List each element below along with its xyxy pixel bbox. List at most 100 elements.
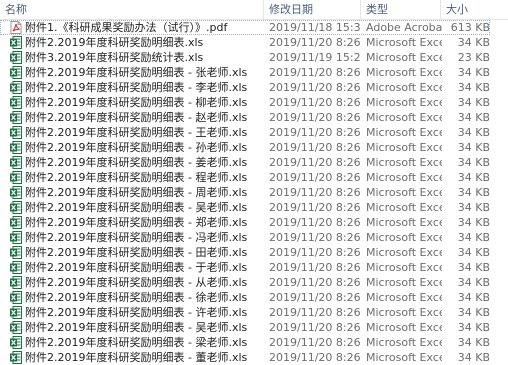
excel-icon [10, 231, 22, 244]
file-size: 34 KB [457, 276, 490, 289]
file-name-cell[interactable]: 附件2.2019年度科研奖励明细表 - 冯老师.xls [10, 230, 264, 245]
file-row[interactable]: 附件2.2019年度科研奖励明细表 - 吴老师.xls 2019/11/20 8:… [0, 320, 508, 335]
file-name-cell[interactable]: 附件2.2019年度科研奖励明细表 - 王老师.xls [10, 125, 264, 140]
file-size: 34 KB [457, 336, 490, 349]
file-size: 34 KB [457, 66, 490, 79]
file-row[interactable]: 附件2.2019年度科研奖励明细表 - 徐老师.xls 2019/11/20 8:… [0, 290, 508, 305]
file-row[interactable]: 附件2.2019年度科研奖励明细表 - 冯老师.xls 2019/11/20 8:… [0, 230, 508, 245]
column-header-name[interactable]: ^ 名称 [0, 0, 264, 19]
file-row[interactable]: 附件2.2019年度科研奖励明细表 - 从老师.xls 2019/11/20 8:… [0, 275, 508, 290]
file-size: 613 KB [450, 21, 490, 34]
file-row[interactable]: 附件1.《科研成果奖励办法（试行）》.pdf 2019/11/18 15:35 Ad… [0, 20, 508, 35]
file-name-cell[interactable]: 附件2.2019年度科研奖励明细表 - 徐老师.xls [10, 290, 264, 305]
file-name-cell[interactable]: 附件2.2019年度科研奖励明细表 - 张老师.xls [10, 65, 264, 80]
file-row[interactable]: 附件2.2019年度科研奖励明细表 - 王老师.xls 2019/11/20 8:… [0, 125, 508, 140]
file-name: 附件2.2019年度科研奖励明细表 - 赵老师.xls [25, 111, 248, 124]
file-name-cell[interactable]: 附件2.2019年度科研奖励明细表 - 于老师.xls [10, 260, 264, 275]
file-modified-date: 2019/11/18 15:35 [269, 21, 361, 34]
file-type: Microsoft Excel ... [366, 306, 442, 319]
file-row[interactable]: 附件2.2019年度科研奖励明细表 - 张老师.xls 2019/11/20 8:… [0, 65, 508, 80]
file-type: Microsoft Excel ... [366, 171, 442, 184]
column-header-bar: ^ 名称 修改日期 类型 大小 [0, 0, 508, 20]
file-row[interactable]: 附件2.2019年度科研奖励明细表 - 于老师.xls 2019/11/20 8:… [0, 260, 508, 275]
file-size: 34 KB [457, 291, 490, 304]
file-name-cell[interactable]: 附件2.2019年度科研奖励明细表 - 柳老师.xls [10, 95, 264, 110]
file-name-cell[interactable]: 附件2.2019年度科研奖励明细表 - 许老师.xls [10, 305, 264, 320]
file-modified-date: 2019/11/19 15:20 [269, 51, 361, 64]
file-name-cell[interactable]: 附件2.2019年度科研奖励明细表 - 程老师.xls [10, 170, 264, 185]
excel-icon [10, 66, 22, 79]
file-type: Microsoft Excel ... [366, 51, 442, 64]
file-row[interactable]: 附件3.2019年度科研奖励统计表.xls 2019/11/19 15:20 Mic… [0, 50, 508, 65]
file-modified-date: 2019/11/20 8:26 [269, 321, 361, 334]
file-type: Microsoft Excel ... [366, 96, 442, 109]
file-row[interactable]: 附件2.2019年度科研奖励明细表 - 董老师.xls 2019/11/20 8:… [0, 350, 508, 365]
file-name-cell[interactable]: 附件2.2019年度科研奖励明细表 - 孙老师.xls [10, 140, 264, 155]
file-row[interactable]: 附件2.2019年度科研奖励明细表 - 周老师.xls 2019/11/20 8:… [0, 185, 508, 200]
file-row[interactable]: 附件2.2019年度科研奖励明细表 - 田老师.xls 2019/11/20 8:… [0, 245, 508, 260]
file-modified-date: 2019/11/20 8:26 [269, 351, 361, 364]
file-row[interactable]: 附件2.2019年度科研奖励明细表 - 柳老师.xls 2019/11/20 8:… [0, 95, 508, 110]
excel-icon [10, 96, 22, 109]
file-type: Microsoft Excel ... [366, 321, 442, 334]
file-size: 34 KB [457, 231, 490, 244]
excel-icon [10, 351, 22, 364]
file-name: 附件2.2019年度科研奖励明细表 - 许老师.xls [25, 306, 248, 319]
file-size: 34 KB [457, 201, 490, 214]
file-name-cell[interactable]: 附件2.2019年度科研奖励明细表 - 董老师.xls [10, 350, 264, 365]
file-name-cell[interactable]: 附件2.2019年度科研奖励明细表 - 吴老师.xls [10, 320, 264, 335]
file-modified-date: 2019/11/20 8:26 [269, 111, 361, 124]
file-row[interactable]: 附件2.2019年度科研奖励明细表 - 吴老师.xls 2019/11/20 8:… [0, 200, 508, 215]
file-row[interactable]: 附件2.2019年度科研奖励明细表 - 姜老师.xls 2019/11/20 8:… [0, 155, 508, 170]
file-name-cell[interactable]: 附件2.2019年度科研奖励明细表 - 李老师.xls [10, 80, 264, 95]
file-row[interactable]: 附件2.2019年度科研奖励明细表 - 梁老师.xls 2019/11/20 8:… [0, 335, 508, 350]
excel-icon [10, 246, 22, 259]
file-modified-date: 2019/11/20 8:26 [269, 96, 361, 109]
file-type: Microsoft Excel ... [366, 111, 442, 124]
file-row[interactable]: 附件2.2019年度科研奖励明细表 - 许老师.xls 2019/11/20 8:… [0, 305, 508, 320]
file-name: 附件3.2019年度科研奖励统计表.xls [25, 51, 204, 64]
file-size: 34 KB [457, 36, 490, 49]
file-name: 附件2.2019年度科研奖励明细表 - 吴老师.xls [25, 321, 248, 334]
file-name: 附件2.2019年度科研奖励明细表 - 柳老师.xls [25, 96, 248, 109]
column-header-date[interactable]: 修改日期 [264, 0, 361, 19]
file-name-cell[interactable]: 附件3.2019年度科研奖励统计表.xls [10, 50, 264, 65]
file-modified-date: 2019/11/20 8:26 [269, 231, 361, 244]
file-name-cell[interactable]: 附件2.2019年度科研奖励明细表 - 周老师.xls [10, 185, 264, 200]
file-name-cell[interactable]: 附件2.2019年度科研奖励明细表 - 郑老师.xls [10, 215, 264, 230]
file-row[interactable]: 附件2.2019年度科研奖励明细表 - 郑老师.xls 2019/11/20 8:… [0, 215, 508, 230]
file-name: 附件2.2019年度科研奖励明细表 - 李老师.xls [25, 81, 248, 94]
file-modified-date: 2019/11/20 8:26 [269, 66, 361, 79]
file-modified-date: 2019/11/20 8:26 [269, 291, 361, 304]
file-modified-date: 2019/11/20 8:26 [269, 171, 361, 184]
file-name-cell[interactable]: 附件2.2019年度科研奖励明细表.xls [10, 35, 264, 50]
file-name-cell[interactable]: 附件2.2019年度科研奖励明细表 - 赵老师.xls [10, 110, 264, 125]
file-name-cell[interactable]: 附件2.2019年度科研奖励明细表 - 吴老师.xls [10, 200, 264, 215]
file-name-cell[interactable]: 附件2.2019年度科研奖励明细表 - 姜老师.xls [10, 155, 264, 170]
file-row[interactable]: 附件2.2019年度科研奖励明细表 - 孙老师.xls 2019/11/20 8:… [0, 140, 508, 155]
file-size: 34 KB [457, 306, 490, 319]
file-name: 附件2.2019年度科研奖励明细表 - 田老师.xls [25, 246, 248, 259]
file-type: Adobe Acrobat ... [366, 21, 442, 34]
file-modified-date: 2019/11/20 8:26 [269, 126, 361, 139]
excel-icon [10, 126, 22, 139]
file-row[interactable]: 附件2.2019年度科研奖励明细表 - 程老师.xls 2019/11/20 8:… [0, 170, 508, 185]
column-header-size[interactable]: 大小 [441, 0, 508, 19]
file-size: 34 KB [457, 321, 490, 334]
file-type: Microsoft Excel ... [366, 276, 442, 289]
excel-icon [10, 156, 22, 169]
file-name-cell[interactable]: 附件2.2019年度科研奖励明细表 - 从老师.xls [10, 275, 264, 290]
file-name-cell[interactable]: 附件2.2019年度科研奖励明细表 - 田老师.xls [10, 245, 264, 260]
file-type: Microsoft Excel ... [366, 36, 442, 49]
file-name-cell[interactable]: 附件1.《科研成果奖励办法（试行）》.pdf [10, 20, 264, 35]
file-row[interactable]: 附件2.2019年度科研奖励明细表.xls 2019/11/20 8:26 Micr… [0, 35, 508, 50]
file-name: 附件2.2019年度科研奖励明细表 - 梁老师.xls [25, 336, 248, 349]
file-size: 34 KB [457, 171, 490, 184]
file-row[interactable]: 附件2.2019年度科研奖励明细表 - 李老师.xls 2019/11/20 8:… [0, 80, 508, 95]
file-row[interactable]: 附件2.2019年度科研奖励明细表 - 赵老师.xls 2019/11/20 8:… [0, 110, 508, 125]
excel-icon [10, 201, 22, 214]
file-modified-date: 2019/11/20 8:26 [269, 261, 361, 274]
file-name: 附件2.2019年度科研奖励明细表 - 王老师.xls [25, 126, 248, 139]
column-header-type[interactable]: 类型 [361, 0, 441, 19]
file-name-cell[interactable]: 附件2.2019年度科研奖励明细表 - 梁老师.xls [10, 335, 264, 350]
